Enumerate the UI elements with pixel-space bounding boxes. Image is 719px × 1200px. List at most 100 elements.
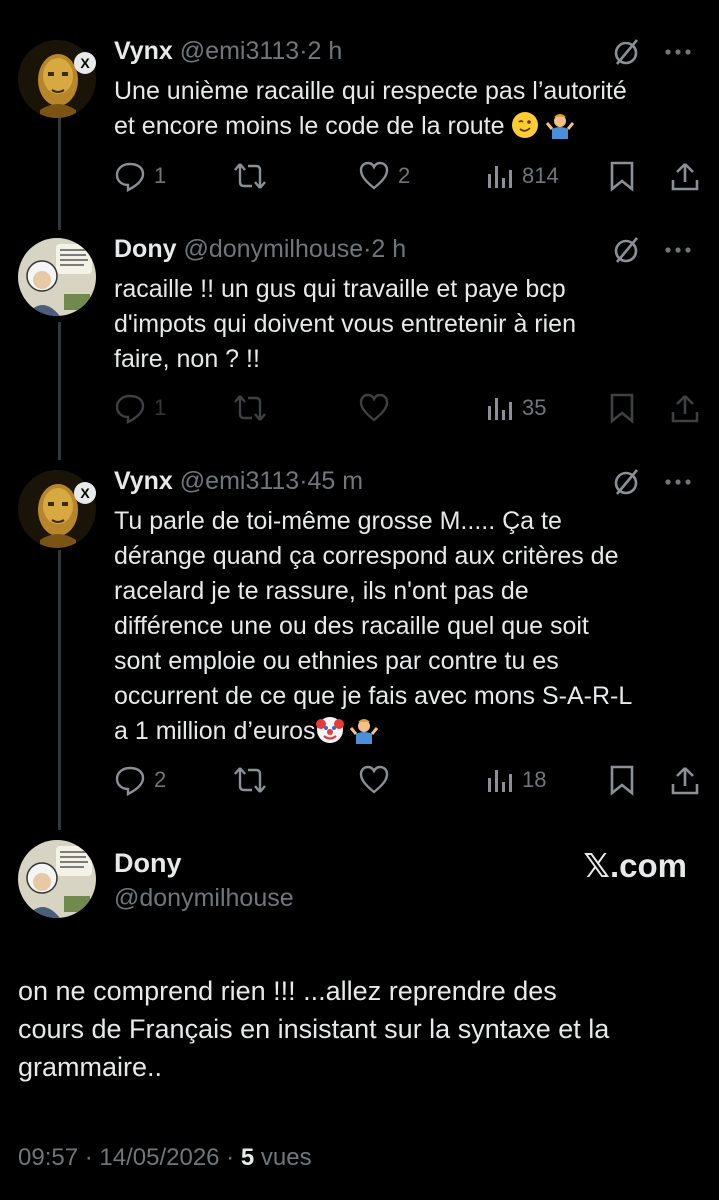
repost-button[interactable] [232,390,276,426]
more-options-icon[interactable] [665,478,691,486]
tweet-line: racaille !! un gus qui travaille et paye… [114,275,566,303]
reply-count: 1 [154,163,167,188]
tweet-text: Une unième racaille qui respecte pas l’a… [114,74,704,144]
tweet-line: différence une ou des racaille quel que … [114,612,589,640]
separator: · [299,467,308,495]
grok-icon[interactable] [611,36,643,68]
views-label: vues [260,1144,312,1171]
reply-count: 1 [154,395,167,420]
tweet-line: Une unième racaille qui respecte pas l’a… [114,77,627,105]
tweet[interactable]: X Vynx @emi3113·2 h Une unième racaille … [0,36,719,206]
repost-icon [234,767,266,793]
tweet-line: on ne comprend rien !!! ...allez reprend… [18,976,557,1006]
author-handle[interactable]: @emi3113 [180,467,299,495]
tweet-line: dérange quand ça correspond aux critères… [114,542,619,570]
share-icon[interactable] [670,392,700,424]
bookmark-icon[interactable] [608,392,636,424]
tweet-header: Vynx @emi3113·45 m [114,466,363,496]
shrug-emoji-icon [350,719,379,744]
separator: · [299,37,308,65]
tweet-line: occurrent de ce que je fais avec mons S-… [114,682,633,710]
tweet-actions: 2 18 [114,762,704,798]
share-icon[interactable] [670,764,700,796]
views-count: 35 [522,395,547,420]
main-tweet-text: on ne comprend rien !!! ...allez reprend… [18,972,708,1086]
post-date[interactable]: 14/05/2026 [99,1144,219,1171]
reply-icon [115,162,145,192]
share-icon[interactable] [670,160,700,192]
reply-button[interactable]: 1 [114,158,166,194]
author-name[interactable]: Vynx [114,37,173,65]
tweet-meta-line: 09:57 · 14/05/2026 · 5 vues [18,1144,312,1171]
like-count: 2 [398,163,411,188]
tweet[interactable]: Dony @donymilhouse·2 h racaille !! un gu… [0,234,719,444]
like-button[interactable] [358,390,398,426]
more-options-icon[interactable] [665,48,691,56]
views-button[interactable]: 18 [486,762,546,798]
author-handle[interactable]: @donymilhouse [183,235,363,263]
bookmark-icon[interactable] [608,764,636,796]
more-options-icon[interactable] [665,246,691,254]
bookmark-icon[interactable] [608,160,636,192]
reply-button[interactable]: 1 [114,390,166,426]
author-name[interactable]: Dony [114,235,177,263]
repost-icon [234,395,266,421]
tweet-line-text: a 1 million d’euros [114,717,316,745]
main-tweet[interactable]: Dony @donymilhouse 𝕏.com on ne comprend … [0,840,719,1200]
avatar[interactable] [18,840,96,918]
reply-icon [115,766,145,796]
tweet-line: grammaire.. [18,1052,163,1082]
author-handle[interactable]: @donymilhouse [114,884,294,913]
tweet-text: Tu parle de toi-même grosse M..... Ça te… [114,504,704,749]
x-badge-icon: X [74,482,96,504]
author-name[interactable]: Vynx [114,467,173,495]
author-handle[interactable]: @emi3113 [180,37,299,65]
tweet-actions: 1 35 [114,390,704,426]
tweet-line: faire, non ? !! [114,345,260,373]
timestamp[interactable]: 2 h [371,235,406,263]
heart-icon [359,765,389,794]
winking-face-emoji-icon [512,112,539,138]
views-count: 18 [522,767,547,792]
shrug-emoji-icon [546,114,575,139]
tweet-header: Vynx @emi3113·2 h [114,36,342,66]
tweet-line: a 1 million d’euros [114,714,704,749]
tweet-line: cours de Français en insistant sur la sy… [18,1014,610,1044]
reply-button[interactable]: 2 [114,762,166,798]
repost-button[interactable] [232,158,276,194]
views-chart-icon [488,166,512,188]
tweet-line: sont emploie ou ethnies par contre tu es [114,647,559,675]
views-button[interactable]: 35 [486,390,546,426]
x-badge-icon: X [74,52,96,74]
grok-icon[interactable] [611,234,643,266]
cartoon-avatar-icon [18,238,96,316]
tweet-text: racaille !! un gus qui travaille et paye… [114,272,704,377]
views-count: 814 [522,163,559,188]
x-com-watermark: 𝕏.com [583,847,687,884]
views-chart-icon [488,398,512,420]
grok-icon[interactable] [611,466,643,498]
reply-count: 2 [154,767,167,792]
clown-face-emoji-icon [315,717,344,743]
reply-icon [115,394,145,424]
author-name[interactable]: Dony [114,848,182,879]
post-time[interactable]: 09:57 [18,1144,78,1171]
timestamp[interactable]: 45 m [308,467,364,495]
tweet[interactable]: X Vynx @emi3113·45 m Tu parle de toi-mêm… [0,466,719,806]
repost-icon [234,163,266,189]
like-button[interactable] [358,762,398,798]
views-chart-icon [488,770,512,792]
avatar[interactable] [18,238,96,316]
heart-icon [359,161,389,190]
tweet-line: Tu parle de toi-même grosse M..... Ça te [114,507,562,535]
timestamp[interactable]: 2 h [308,37,343,65]
tweet-header: Dony @donymilhouse·2 h [114,234,406,264]
tweet-actions: 1 2 814 [114,158,704,194]
cartoon-avatar-icon [18,840,96,918]
tweet-line: et encore moins le code de la route [114,109,704,144]
repost-button[interactable] [232,762,276,798]
tweet-line: racelard je te rassure, ils n'ont pas de [114,577,529,605]
views-button[interactable]: 814 [486,158,559,194]
like-button[interactable]: 2 [358,158,410,194]
tweet-line-text: et encore moins le code de la route [114,112,505,140]
